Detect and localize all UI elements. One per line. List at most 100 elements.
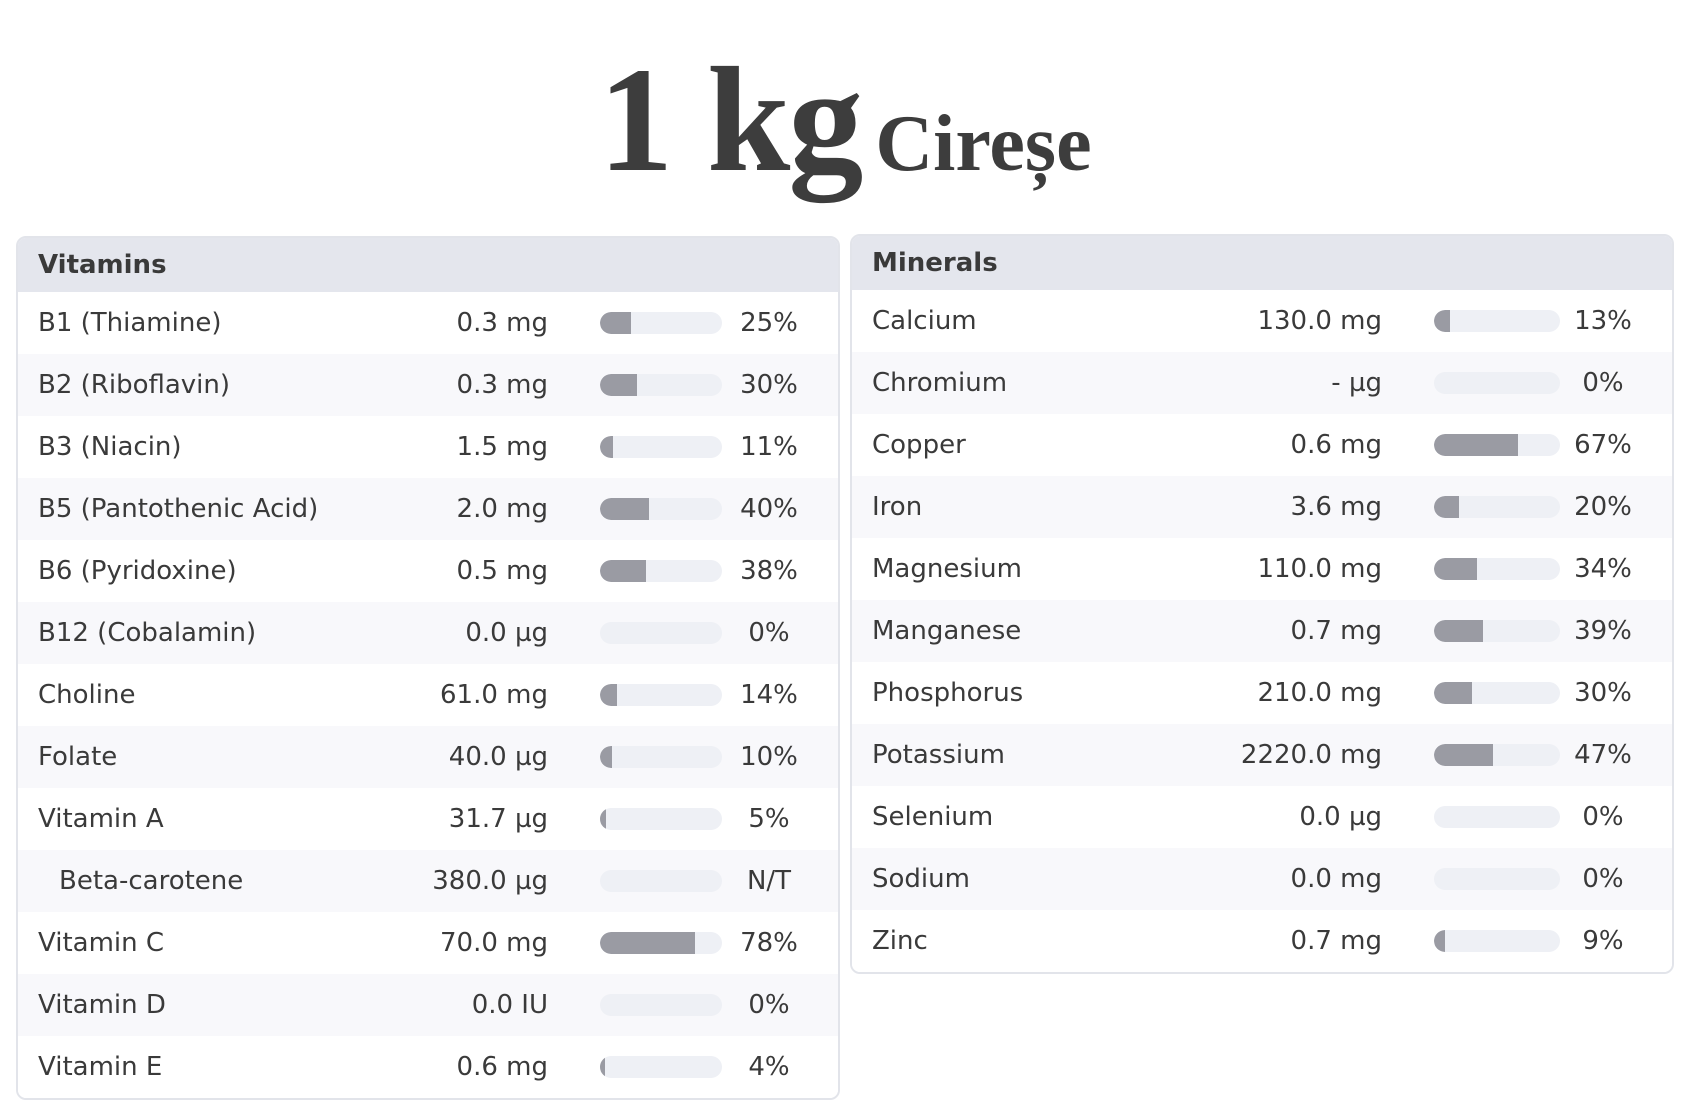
daily-value-bar-fill	[1434, 682, 1472, 704]
daily-value-percent: 38%	[740, 556, 798, 586]
daily-value-bar-fill	[1434, 496, 1460, 518]
daily-value-percent: 5%	[748, 804, 790, 834]
daily-value-bar-fill	[600, 498, 649, 520]
nutrient-amount: - µg	[1331, 368, 1382, 398]
table-row: Vitamin E 0.6 mg 4%	[18, 1036, 838, 1098]
table-row: Choline 61.0 mg 14%	[18, 664, 838, 726]
table-row: Vitamin A 31.7 µg 5%	[18, 788, 838, 850]
daily-value-bar-fill	[600, 436, 614, 458]
table-row: Iron 3.6 mg 20%	[852, 476, 1672, 538]
vitamins-rows: B1 (Thiamine) 0.3 mg 25% B2 (Riboflavin) 0.3…	[18, 292, 838, 1098]
table-row: Folate 40.0 µg 10%	[18, 726, 838, 788]
table-row: Magnesium 110.0 mg 34%	[852, 538, 1672, 600]
daily-value-percent: 40%	[740, 494, 798, 524]
daily-value-bar	[600, 808, 722, 830]
nutrient-name: Calcium	[872, 306, 977, 336]
nutrient-amount: 0.0 IU	[471, 990, 548, 1020]
daily-value-bar	[1434, 372, 1560, 394]
daily-value-percent: 20%	[1574, 492, 1632, 522]
nutrient-name: B2 (Riboflavin)	[38, 370, 231, 400]
daily-value-percent: 47%	[1574, 740, 1632, 770]
daily-value-bar	[600, 560, 722, 582]
nutrient-amount: 0.0 µg	[1299, 802, 1382, 832]
daily-value-bar-fill	[600, 1056, 605, 1078]
nutrient-name: Phosphorus	[872, 678, 1024, 708]
daily-value-percent: 14%	[740, 680, 798, 710]
daily-value-percent: 0%	[1582, 368, 1624, 398]
table-row: B12 (Cobalamin) 0.0 µg 0%	[18, 602, 838, 664]
nutrient-name: Selenium	[872, 802, 994, 832]
daily-value-bar	[600, 994, 722, 1016]
daily-value-bar	[600, 1056, 722, 1078]
daily-value-percent: 30%	[1574, 678, 1632, 708]
nutrient-name: Potassium	[872, 740, 1005, 770]
daily-value-bar	[1434, 434, 1560, 456]
nutrient-name: Sodium	[872, 864, 970, 894]
daily-value-percent: 0%	[1582, 864, 1624, 894]
daily-value-bar-fill	[1434, 310, 1451, 332]
nutrient-name: B6 (Pyridoxine)	[38, 556, 237, 586]
daily-value-percent: 78%	[740, 928, 798, 958]
daily-value-bar-fill	[600, 746, 613, 768]
daily-value-percent: 25%	[740, 308, 798, 338]
daily-value-bar-fill	[600, 312, 631, 334]
nutrient-amount: 130.0 mg	[1257, 306, 1382, 336]
nutrient-amount: 70.0 mg	[440, 928, 548, 958]
nutrient-name: Zinc	[872, 926, 928, 956]
nutrient-amount: 3.6 mg	[1290, 492, 1382, 522]
nutrient-name: Iron	[872, 492, 923, 522]
vitamins-panel: Vitamins B1 (Thiamine) 0.3 mg 25% B2 (Ribof…	[16, 236, 840, 1100]
daily-value-percent: 0%	[748, 618, 790, 648]
daily-value-percent: 39%	[1574, 616, 1632, 646]
nutrient-amount: 110.0 mg	[1257, 554, 1382, 584]
nutrient-amount: 0.5 mg	[456, 556, 548, 586]
nutrient-amount: 40.0 µg	[448, 742, 548, 772]
table-row: B6 (Pyridoxine) 0.5 mg 38%	[18, 540, 838, 602]
daily-value-bar	[1434, 744, 1560, 766]
daily-value-bar	[1434, 930, 1560, 952]
nutrient-name: Choline	[38, 680, 136, 710]
daily-value-percent: 9%	[1582, 926, 1624, 956]
table-row: B3 (Niacin) 1.5 mg 11%	[18, 416, 838, 478]
table-row: Zinc 0.7 mg 9%	[852, 910, 1672, 972]
daily-value-percent: 10%	[740, 742, 798, 772]
daily-value-bar-fill	[1434, 558, 1477, 580]
daily-value-bar-fill	[600, 932, 696, 954]
nutrient-name: Beta-carotene	[59, 866, 244, 896]
nutrient-name: Vitamin A	[38, 804, 164, 834]
daily-value-bar	[600, 374, 722, 396]
daily-value-percent: 4%	[748, 1052, 790, 1082]
minerals-rows: Calcium 130.0 mg 13% Chromium - µg 0% Copper 0.…	[852, 290, 1672, 972]
daily-value-bar	[1434, 682, 1560, 704]
page-title: 1 kg Cireșe	[0, 40, 1690, 224]
table-row: B1 (Thiamine) 0.3 mg 25%	[18, 292, 838, 354]
nutrient-amount: 2.0 mg	[456, 494, 548, 524]
table-row: Vitamin D 0.0 IU 0%	[18, 974, 838, 1036]
nutrient-name: B12 (Cobalamin)	[38, 618, 257, 648]
daily-value-bar	[600, 870, 722, 892]
daily-value-bar	[1434, 868, 1560, 890]
table-row: B2 (Riboflavin) 0.3 mg 30%	[18, 354, 838, 416]
table-row: Potassium 2220.0 mg 47%	[852, 724, 1672, 786]
daily-value-bar	[1434, 496, 1560, 518]
nutrient-name: Vitamin C	[38, 928, 165, 958]
nutrient-name: B1 (Thiamine)	[38, 308, 222, 338]
nutrient-name: Magnesium	[872, 554, 1022, 584]
nutrient-amount: 0.6 mg	[1290, 430, 1382, 460]
daily-value-percent: 34%	[1574, 554, 1632, 584]
daily-value-bar-fill	[1434, 620, 1484, 642]
daily-value-bar	[600, 312, 722, 334]
daily-value-bar	[600, 436, 722, 458]
nutrient-amount: 0.6 mg	[456, 1052, 548, 1082]
daily-value-percent: 30%	[740, 370, 798, 400]
table-row: Vitamin C 70.0 mg 78%	[18, 912, 838, 974]
nutrient-amount: 380.0 µg	[432, 866, 548, 896]
nutrient-amount: 0.3 mg	[456, 308, 548, 338]
nutrient-name: Vitamin E	[38, 1052, 163, 1082]
nutrient-amount: 31.7 µg	[448, 804, 548, 834]
daily-value-bar	[600, 746, 722, 768]
daily-value-bar-fill	[600, 684, 618, 706]
minerals-header: Minerals	[852, 236, 1672, 290]
daily-value-percent: 13%	[1574, 306, 1632, 336]
daily-value-bar	[600, 684, 722, 706]
